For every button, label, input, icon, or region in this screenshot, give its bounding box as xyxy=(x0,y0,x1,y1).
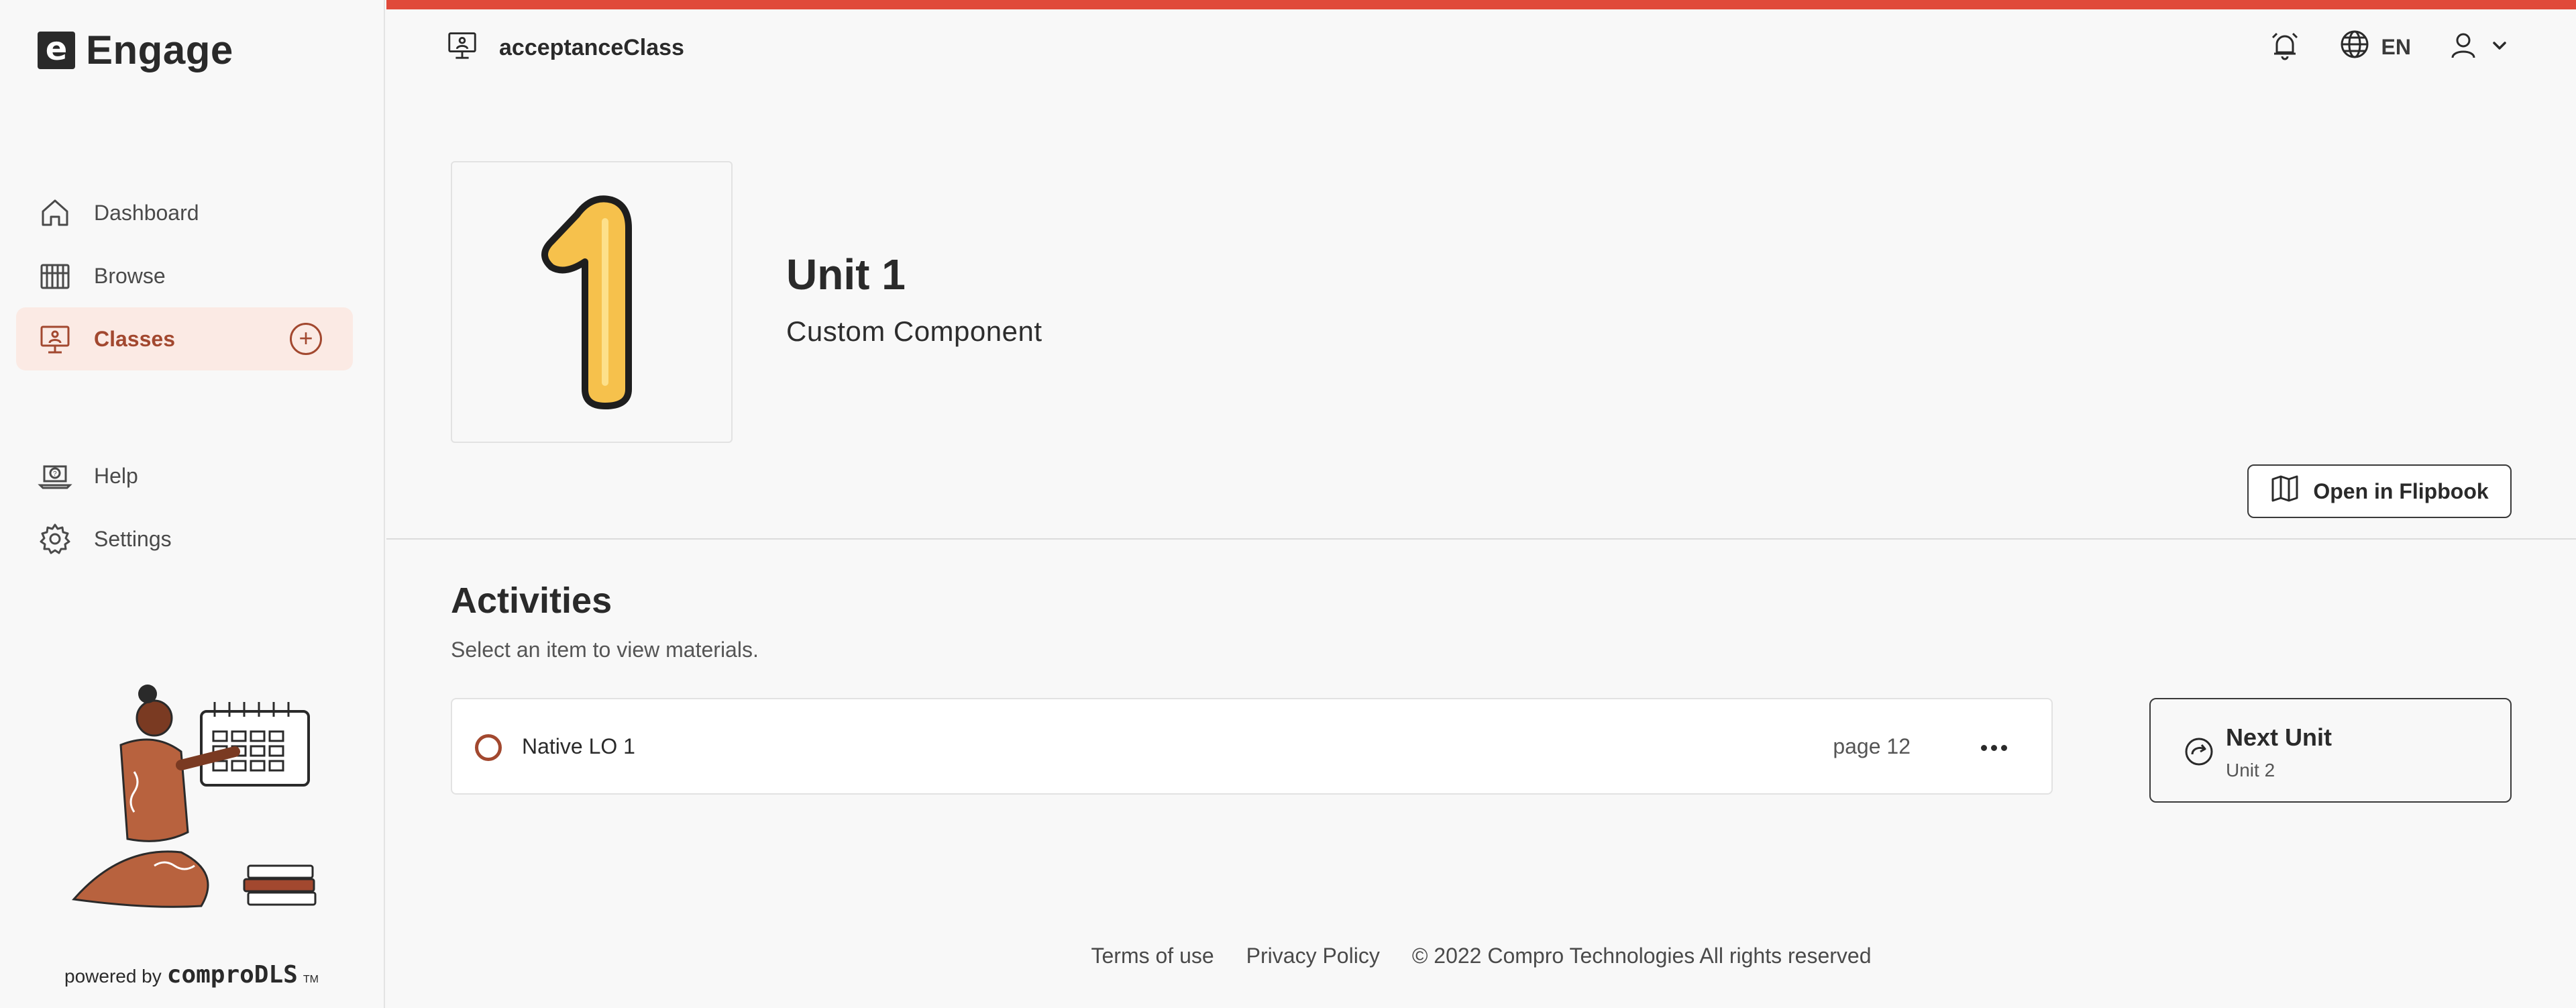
trademark-mark: TM xyxy=(303,974,319,985)
section-divider xyxy=(386,538,2576,540)
logo-mark-icon: e xyxy=(38,31,75,69)
activity-name: Native LO 1 xyxy=(522,734,635,758)
globe-icon xyxy=(2339,28,2371,66)
activity-item[interactable]: Native LO 1 page 12 xyxy=(451,698,2053,795)
footer: Terms of use Privacy Policy © 2022 Compr… xyxy=(386,944,2576,968)
unit-thumbnail xyxy=(451,161,733,443)
top-accent-bar xyxy=(386,0,2576,9)
unit-subtitle: Custom Component xyxy=(786,315,1042,347)
copyright-text: © 2022 Compro Technologies All rights re… xyxy=(1411,944,1872,968)
books-icon xyxy=(38,258,72,293)
unit-title: Unit 1 xyxy=(786,250,906,299)
sidebar-item-help[interactable]: ? Help xyxy=(16,444,353,507)
unit-number-graphic xyxy=(541,195,632,409)
sidebar-item-browse[interactable]: Browse xyxy=(16,244,353,307)
activity-page: page 12 xyxy=(1833,734,1911,758)
add-class-button[interactable]: + xyxy=(290,323,322,355)
class-name: acceptanceClass xyxy=(499,35,684,60)
powered-by-brand: comproDLS xyxy=(166,961,298,989)
presentation-icon xyxy=(38,321,72,356)
presentation-icon xyxy=(445,28,479,68)
terms-link[interactable]: Terms of use xyxy=(1091,944,1214,968)
app-logo[interactable]: e Engage xyxy=(38,27,233,73)
language-label: EN xyxy=(2381,34,2411,59)
status-circle-icon xyxy=(475,734,502,761)
activities-subtitle: Select an item to view materials. xyxy=(451,638,759,662)
sidebar-item-label: Help xyxy=(94,463,138,488)
open-flipbook-label: Open in Flipbook xyxy=(2313,478,2489,503)
next-unit-label: Next Unit xyxy=(2226,723,2332,751)
open-flipbook-button[interactable]: Open in Flipbook xyxy=(2247,464,2512,518)
sidebar-item-label: Classes xyxy=(94,326,175,351)
powered-by-prefix: powered by xyxy=(64,966,162,987)
activities-heading: Activities xyxy=(451,581,612,621)
gear-icon xyxy=(38,521,72,556)
next-unit-name: Unit 2 xyxy=(2226,760,2275,780)
sidebar-item-settings[interactable]: Settings xyxy=(16,507,353,570)
more-options-icon[interactable] xyxy=(1974,730,2014,765)
sidebar-item-label: Settings xyxy=(94,526,172,551)
next-unit-button[interactable]: Next Unit Unit 2 xyxy=(2149,698,2512,803)
svg-text:?: ? xyxy=(53,470,57,478)
sidebar: e Engage Dashboard Browse Classes + ? He… xyxy=(0,0,385,1008)
sidebar-item-label: Dashboard xyxy=(94,200,199,225)
language-selector[interactable]: EN xyxy=(2339,28,2411,66)
next-arrow-circle-icon xyxy=(2183,736,2215,771)
book-open-icon xyxy=(2270,474,2300,509)
app-name: Engage xyxy=(86,28,233,72)
sidebar-nav: Dashboard Browse Classes + ? Help Settin… xyxy=(16,181,353,570)
header-actions: EN xyxy=(2269,28,2509,66)
sidebar-item-classes[interactable]: Classes + xyxy=(16,307,353,370)
alarm-icon[interactable] xyxy=(2269,30,2301,65)
powered-by: powered by comproDLS TM xyxy=(64,961,319,989)
teacher-illustration xyxy=(47,678,329,919)
privacy-link[interactable]: Privacy Policy xyxy=(1246,944,1380,968)
chevron-down-icon xyxy=(2490,36,2509,58)
home-icon xyxy=(38,195,72,230)
user-menu[interactable] xyxy=(2449,31,2509,64)
sidebar-item-label: Browse xyxy=(94,263,166,288)
user-icon xyxy=(2449,31,2478,64)
help-laptop-icon: ? xyxy=(38,458,72,493)
top-header: acceptanceClass EN xyxy=(386,9,2576,87)
class-breadcrumb[interactable]: acceptanceClass xyxy=(445,28,684,68)
sidebar-item-dashboard[interactable]: Dashboard xyxy=(16,181,353,244)
